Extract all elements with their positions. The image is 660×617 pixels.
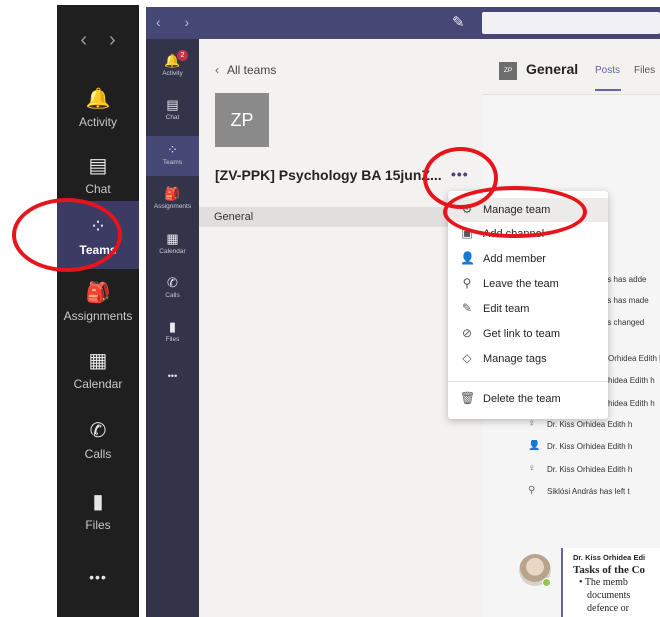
app-bar-more[interactable]: ••• <box>57 565 139 589</box>
back-arrow-icon[interactable]: ‹ <box>80 29 87 52</box>
phone-icon: ✆ <box>89 420 107 442</box>
notification-badge: 2 <box>177 50 188 61</box>
post-title: Tasks of the Co <box>573 564 646 576</box>
assignments-icon: 🎒 <box>164 186 181 201</box>
more-icon: ••• <box>167 371 178 381</box>
ribbon-icon: ♀ <box>528 463 536 474</box>
app-bar-calls-small[interactable]: ✆ Calls <box>146 275 199 305</box>
post-body-line: • The memb <box>579 577 628 588</box>
activity-item: ♀ Dr. Kiss Orhidea Edith h <box>528 463 633 474</box>
chat-icon: ▤ <box>88 155 108 177</box>
menu-item-add-member[interactable]: 👤 Add member <box>448 247 608 271</box>
ribbon-icon: ♀ <box>528 418 536 429</box>
tab-posts[interactable]: Posts <box>595 65 620 76</box>
post-body-line: defence or <box>587 603 629 614</box>
app-bar-calendar[interactable]: ▦ Calendar <box>57 345 139 397</box>
activity-item: 👤 Dr. Kiss Orhidea Edith h <box>528 440 633 451</box>
menu-item-get-link[interactable]: ⊘ Get link to team <box>448 322 608 346</box>
forward-arrow-icon[interactable]: › <box>109 29 116 52</box>
app-bar-more-small[interactable]: ••• <box>146 369 199 385</box>
more-icon: ••• <box>89 569 107 585</box>
menu-item-leave-team[interactable]: ⚲ Leave the team <box>448 272 608 296</box>
channel-post[interactable]: Dr. Kiss Orhidea Edi Tasks of the Co • T… <box>561 548 660 617</box>
trash-icon: 🗑 <box>460 391 476 405</box>
all-teams-link[interactable]: ‹ All teams <box>215 63 276 77</box>
file-icon: ▮ <box>168 319 177 334</box>
menu-item-edit-team[interactable]: ✎ Edit team <box>448 297 608 321</box>
teams-icon: ⁘ <box>89 216 107 238</box>
presence-available-icon <box>542 578 551 587</box>
history-nav: ‹ › <box>57 29 139 52</box>
app-bar-chat-small[interactable]: ▤ Chat <box>146 97 199 127</box>
channel-general[interactable]: General <box>199 207 483 227</box>
team-avatar: ZP <box>215 93 269 147</box>
team-panel: ‹ All teams ZP [ZV-PPK] Psychology BA 15j… <box>199 39 483 617</box>
app-root: ‹ › 🔔 Activity ▤ Chat ⁘ Teams 🎒 Assignme… <box>0 0 660 617</box>
file-icon: ▮ <box>92 491 104 513</box>
app-bar-teams-small[interactable]: ⁘ Teams <box>146 136 199 176</box>
gear-icon: ⚙ <box>461 202 473 216</box>
assignments-icon: 🎒 <box>85 282 111 304</box>
post-author: Dr. Kiss Orhidea Edi <box>573 553 646 562</box>
chat-icon: ▤ <box>166 97 179 112</box>
bell-icon: 🔔 <box>164 53 181 68</box>
add-member-icon: 👤 <box>528 440 541 451</box>
app-bar-files[interactable]: ▮ Files <box>57 486 139 538</box>
app-bar-activity-small[interactable]: 🔔 2 Activity <box>146 50 199 83</box>
app-bar-calendar-small[interactable]: ▦ Calendar <box>146 231 199 261</box>
tag-icon: ◇ <box>462 351 472 365</box>
menu-item-manage-tags[interactable]: ◇ Manage tags <box>448 347 608 371</box>
app-bar-teams[interactable]: ⁘ Teams <box>57 201 139 269</box>
active-tab-indicator <box>595 89 621 91</box>
channel-header: ZP General Posts Files <box>483 39 660 95</box>
activity-item: ⚲ Siklósi András has left t <box>528 485 630 496</box>
app-bar-activity[interactable]: 🔔 Activity <box>57 83 139 135</box>
app-bar: 🔔 2 Activity ▤ Chat ⁘ Teams 🎒 Assignment… <box>146 39 199 617</box>
channel-title: General <box>526 61 579 77</box>
team-options-menu: ⚙ Manage team ▣ Add channel 👤 Add member… <box>448 191 608 419</box>
app-bar-chat[interactable]: ▤ Chat <box>57 150 139 202</box>
add-member-icon: 👤 <box>460 251 475 265</box>
compose-icon[interactable]: ✎ <box>452 13 465 31</box>
pencil-icon: ✎ <box>461 301 473 315</box>
title-bar: ‹ › ✎ <box>146 7 660 39</box>
menu-item-manage-team[interactable]: ⚙ Manage team <box>448 198 608 222</box>
chevron-left-icon: ‹ <box>215 63 219 77</box>
tab-files[interactable]: Files <box>634 65 655 76</box>
menu-item-add-channel[interactable]: ▣ Add channel <box>448 222 608 246</box>
leave-icon: ⚲ <box>528 485 536 496</box>
post-body-line: documents <box>587 590 631 601</box>
calendar-icon: ▦ <box>166 231 179 246</box>
history-nav-small[interactable]: ‹ › <box>156 14 199 30</box>
add-channel-icon: ▣ <box>461 226 473 240</box>
team-name: [ZV-PPK] Psychology BA 15junZ... <box>215 167 442 183</box>
bell-icon: 🔔 <box>85 88 111 110</box>
leave-icon: ⚲ <box>462 276 472 290</box>
menu-divider <box>448 381 608 382</box>
app-bar-assignments-small[interactable]: 🎒 Assignments <box>146 186 199 216</box>
teams-icon: ⁘ <box>167 142 178 157</box>
more-options-icon[interactable]: ••• <box>451 166 469 182</box>
activity-item: ♀ Dr. Kiss Orhidea Edith h <box>528 418 633 429</box>
search-input[interactable] <box>482 12 660 34</box>
link-icon: ⊘ <box>461 326 473 340</box>
app-bar-calls[interactable]: ✆ Calls <box>57 415 139 467</box>
channel-team-icon: ZP <box>499 62 517 80</box>
app-bar-files-small[interactable]: ▮ Files <box>146 319 199 349</box>
app-bar-zoomed: ‹ › 🔔 Activity ▤ Chat ⁘ Teams 🎒 Assignme… <box>57 5 139 617</box>
phone-icon: ✆ <box>167 275 178 290</box>
calendar-icon: ▦ <box>88 350 108 372</box>
app-bar-assignments[interactable]: 🎒 Assignments <box>57 277 139 329</box>
menu-item-delete-team[interactable]: 🗑 Delete the team <box>448 387 608 411</box>
